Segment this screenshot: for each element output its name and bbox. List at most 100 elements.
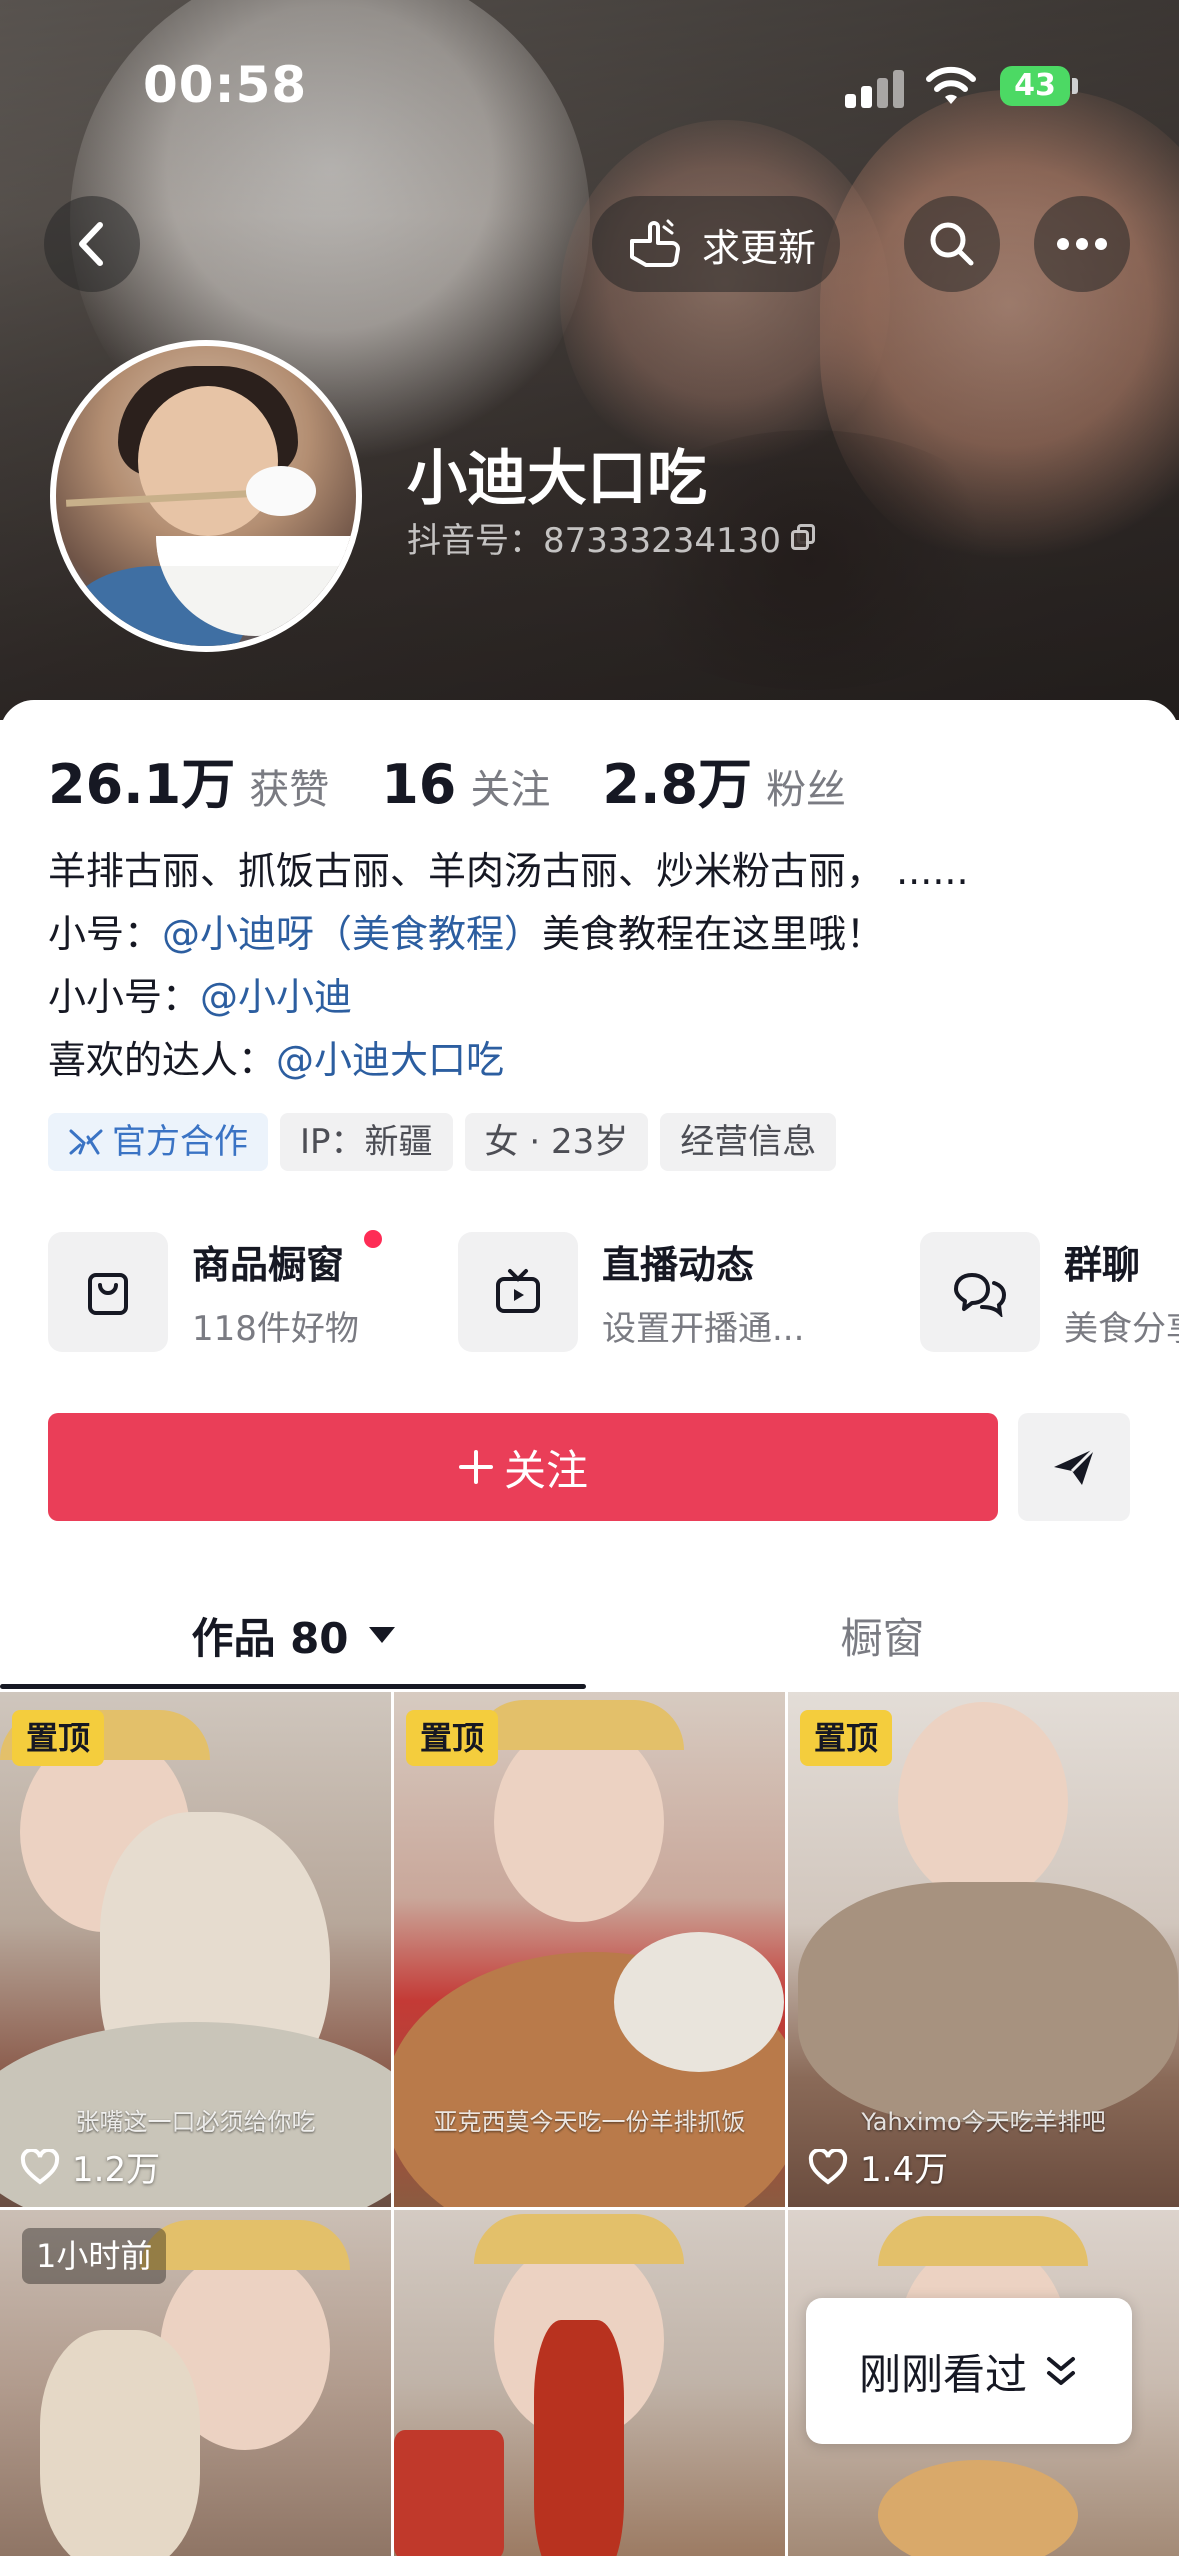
thumbnail-hairband bbox=[140, 2220, 350, 2270]
thumbnail-hairband bbox=[474, 2214, 684, 2264]
video-caption: 张嘴这一口必须给你吃 bbox=[75, 2108, 316, 2136]
group-chat-entry[interactable]: 群聊 美食分享 bbox=[920, 1232, 1179, 1352]
profile-bio: 羊排古丽、抓饭古丽、羊肉汤古丽、炒米粉古丽， ...... 小号：@小迪呀（美食… bbox=[48, 840, 1148, 1092]
video-caption: Yahximo今天吃羊排吧 bbox=[861, 2108, 1106, 2136]
shortcut-subtitle: 美食分享 bbox=[1064, 1309, 1179, 1349]
plus-icon bbox=[458, 1450, 493, 1484]
tab-shop-label: 橱窗 bbox=[840, 1613, 925, 1663]
more-options-button[interactable] bbox=[1034, 196, 1130, 292]
heart-icon bbox=[20, 2148, 60, 2185]
shortcut-title: 群聊 bbox=[1064, 1243, 1141, 1287]
thumbnail-package bbox=[394, 2430, 504, 2556]
shop-window-entry[interactable]: 商品橱窗 118件好物 bbox=[48, 1230, 382, 1352]
following-count[interactable]: 16 bbox=[381, 753, 456, 816]
profile-nickname: 小迪大口吃 bbox=[407, 444, 707, 514]
followers-label[interactable]: 粉丝 bbox=[766, 757, 846, 815]
active-tab-indicator bbox=[0, 1684, 586, 1689]
profile-card: 26.1万 获赞 16 关注 2.8万 粉丝 羊排古丽、抓饭古丽、羊肉汤古丽、炒… bbox=[0, 700, 1179, 2556]
douyin-id[interactable]: 抖音号：87333234130 bbox=[407, 513, 817, 562]
thumbnail-person bbox=[898, 1702, 1068, 1902]
request-update-label: 求更新 bbox=[702, 225, 817, 270]
follow-button-label: 关注 bbox=[503, 1445, 588, 1495]
dropdown-triangle-icon bbox=[368, 1627, 395, 1643]
tv-icon bbox=[496, 1269, 540, 1313]
shortcut-icon-box bbox=[920, 1232, 1040, 1352]
wifi-icon bbox=[926, 66, 976, 104]
thumbnail-person bbox=[494, 1722, 664, 1922]
battery-level: 43 bbox=[1014, 68, 1056, 103]
chevron-left-icon bbox=[79, 222, 103, 266]
bio-line: 小小号：@小小迪 bbox=[48, 966, 1148, 1029]
thumbnail-hairband bbox=[474, 1700, 684, 1750]
thumbnail-food bbox=[798, 1882, 1178, 2122]
video-thumbnail[interactable]: 置顶 张嘴这一口必须给你吃 1.2万 bbox=[0, 1692, 391, 2207]
recently-viewed-button[interactable]: 刚刚看过 bbox=[806, 2298, 1132, 2444]
tag-label: 女 · 23岁 bbox=[484, 1122, 629, 1162]
status-time: 00:58 bbox=[143, 56, 308, 114]
gender-age-tag: 女 · 23岁 bbox=[464, 1113, 649, 1171]
video-caption: 亚克西莫今天吃一份羊排抓饭 bbox=[433, 2108, 746, 2136]
mention-link[interactable]: @小迪呀（美食教程） bbox=[162, 912, 542, 956]
shortcut-title: 商品橱窗 bbox=[192, 1243, 345, 1287]
profile-stats: 26.1万 获赞 16 关注 2.8万 粉丝 bbox=[48, 740, 898, 819]
battery-cap bbox=[1072, 78, 1078, 94]
follow-button[interactable]: 关注 bbox=[48, 1413, 998, 1521]
tab-shop-window[interactable]: 橱窗 bbox=[586, 1580, 1179, 1690]
tab-works[interactable]: 作品 80 bbox=[0, 1580, 586, 1690]
avatar-face bbox=[138, 386, 278, 536]
shopping-bag-icon bbox=[88, 1273, 128, 1315]
bio-prefix: 喜欢的达人： bbox=[48, 1038, 277, 1082]
bio-line: 小号：@小迪呀（美食教程）美食教程在这里哦！ bbox=[48, 903, 1148, 966]
avatar[interactable] bbox=[50, 340, 362, 652]
notification-dot bbox=[364, 1230, 382, 1248]
ip-location-tag: IP：新疆 bbox=[280, 1113, 453, 1171]
live-activity-entry[interactable]: 直播动态 设置开播通... bbox=[458, 1232, 804, 1352]
bio-prefix: 小号： bbox=[48, 912, 163, 956]
douyin-id-text: 抖音号：87333234130 bbox=[407, 521, 781, 561]
heart-icon bbox=[808, 2148, 848, 2185]
video-likes: 1.2万 bbox=[20, 2142, 160, 2191]
shortcut-title: 直播动态 bbox=[602, 1243, 755, 1287]
back-button[interactable] bbox=[44, 196, 140, 292]
shortcut-icon-box bbox=[48, 1232, 168, 1352]
chat-bubbles-icon bbox=[954, 1273, 1007, 1317]
followers-count[interactable]: 2.8万 bbox=[602, 740, 752, 819]
thumbnail-noodles bbox=[534, 2320, 624, 2556]
cellular-signal-icon bbox=[845, 68, 907, 108]
tag-label: 官方合作 bbox=[112, 1122, 248, 1162]
bio-suffix: 美食教程在这里哦！ bbox=[542, 912, 885, 956]
business-info-tag[interactable]: 经营信息 bbox=[660, 1113, 837, 1171]
tag-label: 经营信息 bbox=[680, 1122, 817, 1162]
request-update-button[interactable]: 求更新 bbox=[592, 196, 840, 292]
send-message-button[interactable] bbox=[1018, 1413, 1130, 1521]
battery-indicator: 43 bbox=[1000, 66, 1070, 106]
likes-label: 获赞 bbox=[249, 767, 330, 813]
mention-link[interactable]: @小迪大口吃 bbox=[276, 1038, 504, 1082]
shortcut-subtitle: 118件好物 bbox=[192, 1309, 359, 1349]
pointing-hand-icon bbox=[630, 219, 680, 267]
search-icon bbox=[930, 222, 974, 266]
more-dots-icon bbox=[1057, 238, 1107, 250]
double-chevron-down-icon bbox=[1047, 2357, 1075, 2385]
bio-line: 羊排古丽、抓饭古丽、羊肉汤古丽、炒米粉古丽， ...... bbox=[48, 849, 969, 893]
shortcut-text: 商品橱窗 118件好物 bbox=[192, 1234, 359, 1350]
shortcut-text: 群聊 美食分享 bbox=[1064, 1234, 1179, 1350]
recently-viewed-label: 刚刚看过 bbox=[858, 2349, 1027, 2399]
mention-link[interactable]: @小小迪 bbox=[200, 975, 352, 1019]
pinned-badge: 置顶 bbox=[12, 1710, 105, 1766]
likes-count-text: 1.2万 bbox=[72, 2150, 161, 2190]
video-thumbnail[interactable] bbox=[394, 2210, 785, 2556]
video-thumbnail[interactable]: 1小时前 bbox=[0, 2210, 391, 2556]
video-thumbnail[interactable]: 置顶 亚克西莫今天吃一份羊排抓饭 bbox=[394, 1692, 785, 2207]
copy-icon[interactable] bbox=[790, 523, 817, 552]
bio-prefix: 小小号： bbox=[48, 975, 201, 1019]
video-thumbnail[interactable]: 置顶 Yahximo今天吃羊排吧 1.4万 bbox=[788, 1692, 1179, 2207]
content-tabs: 作品 80 橱窗 bbox=[0, 1580, 1179, 1690]
shortcut-icon-box bbox=[458, 1232, 578, 1352]
search-button[interactable] bbox=[904, 196, 1000, 292]
time-badge: 1小时前 bbox=[22, 2228, 167, 2284]
pinned-badge: 置顶 bbox=[406, 1710, 499, 1766]
official-cooperation-tag[interactable]: 官方合作 bbox=[48, 1113, 268, 1171]
profile-shortcuts: 商品橱窗 118件好物 直播动态 设置开播通... 群聊 美食分 bbox=[48, 1230, 1179, 1352]
following-label[interactable]: 关注 bbox=[470, 757, 550, 815]
